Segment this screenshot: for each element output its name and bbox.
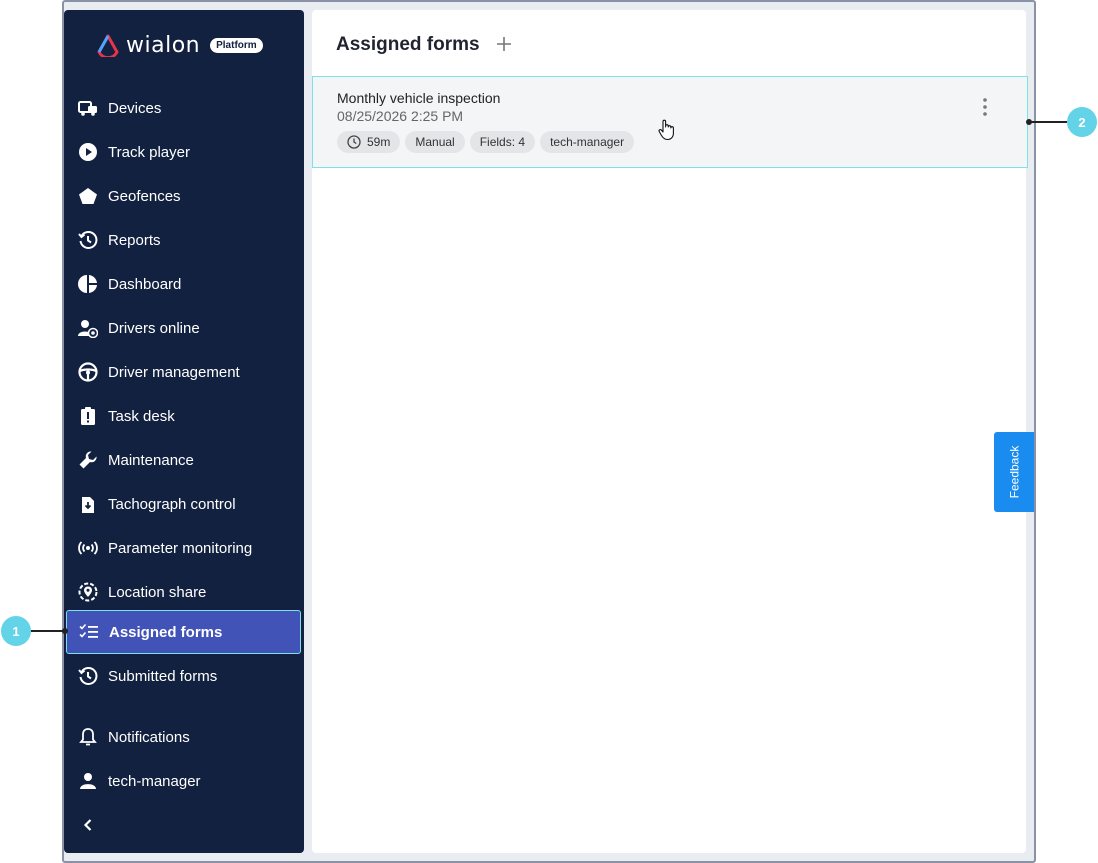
bell-icon bbox=[78, 727, 98, 747]
page-title: Assigned forms bbox=[336, 34, 480, 55]
tachograph-icon bbox=[78, 494, 98, 514]
location-share-icon bbox=[78, 582, 98, 602]
add-form-button[interactable] bbox=[492, 32, 516, 56]
sidebar-item-label: Track player bbox=[108, 143, 190, 161]
sidebar-item-label: Parameter monitoring bbox=[108, 539, 253, 557]
sidebar-item-parameter-monitoring[interactable]: Parameter monitoring bbox=[64, 526, 304, 570]
sidebar-item-label: Devices bbox=[108, 99, 162, 117]
checklist-icon bbox=[79, 622, 99, 642]
sidebar-item-label: Driver management bbox=[108, 363, 240, 381]
callout-dot bbox=[1026, 118, 1032, 125]
history-icon bbox=[78, 666, 98, 686]
sidebar-item-dashboard[interactable]: Dashboard bbox=[64, 262, 304, 306]
sidebar-item-label: Notifications bbox=[108, 728, 190, 746]
sidebar-item-label: Tachograph control bbox=[108, 495, 236, 513]
more-options-icon[interactable] bbox=[981, 95, 989, 119]
sidebar-item-reports[interactable]: Reports bbox=[64, 218, 304, 262]
form-title: Monthly vehicle inspection bbox=[337, 90, 501, 106]
collapse-sidebar-button[interactable] bbox=[64, 803, 304, 847]
sidebar-item-label: Submitted forms bbox=[108, 667, 218, 685]
broadcast-icon bbox=[78, 538, 98, 558]
main-panel: Assigned forms Monthly vehicle inspectio… bbox=[312, 10, 1028, 853]
type-chip: Manual bbox=[405, 131, 465, 153]
chevron-left-icon bbox=[78, 815, 98, 835]
user-icon bbox=[78, 771, 98, 791]
play-icon bbox=[78, 142, 98, 162]
brand-name: wialon bbox=[126, 32, 201, 58]
sidebar-item-tachograph-control[interactable]: Tachograph control bbox=[64, 482, 304, 526]
fields-chip: Fields: 4 bbox=[469, 131, 536, 153]
clipboard-alert-icon bbox=[78, 406, 98, 426]
form-tags: 59m Manual Fields: 4 tech-manager bbox=[337, 131, 635, 153]
sidebar-item-maintenance[interactable]: Maintenance bbox=[64, 438, 304, 482]
pie-chart-icon bbox=[78, 274, 98, 294]
callout-line bbox=[1029, 121, 1067, 123]
sidebar-item-task-desk[interactable]: Task desk bbox=[64, 394, 304, 438]
callout-badge: 1 bbox=[1, 616, 31, 646]
duration-chip: 59m bbox=[337, 131, 401, 153]
sidebar-item-label: Assigned forms bbox=[109, 623, 223, 641]
form-date: 08/25/2026 2:25 PM bbox=[337, 108, 464, 124]
feedback-tab[interactable]: Feedback bbox=[994, 432, 1034, 512]
sidebar-item-location-share[interactable]: Location share bbox=[64, 570, 304, 614]
sidebar-item-geofences[interactable]: Geofences bbox=[64, 174, 304, 218]
chip-label: Manual bbox=[415, 135, 455, 149]
driver-online-icon bbox=[78, 318, 98, 338]
sidebar-item-devices[interactable]: Devices bbox=[64, 86, 304, 130]
sidebar: wialon Platform Devices Track player Geo… bbox=[64, 10, 304, 853]
brand-badge: Platform bbox=[210, 37, 263, 53]
vehicle-icon bbox=[78, 98, 98, 118]
sidebar-item-track-player[interactable]: Track player bbox=[64, 130, 304, 174]
sidebar-item-submitted-forms[interactable]: Submitted forms bbox=[64, 654, 304, 698]
form-card[interactable]: Monthly vehicle inspection 08/25/2026 2:… bbox=[312, 76, 1028, 168]
sidebar-item-assigned-forms[interactable]: Assigned forms bbox=[66, 610, 301, 654]
logo-icon bbox=[97, 34, 119, 57]
sidebar-item-notifications[interactable]: Notifications bbox=[64, 715, 304, 759]
callout-dot bbox=[62, 627, 68, 634]
user-chip: tech-manager bbox=[540, 131, 635, 153]
callout-line bbox=[31, 630, 65, 632]
pentagon-icon bbox=[78, 186, 98, 206]
hand-cursor-icon bbox=[658, 119, 674, 141]
chip-label: tech-manager bbox=[550, 135, 625, 149]
chip-label: 59m bbox=[367, 135, 391, 149]
history-icon bbox=[78, 230, 98, 250]
wrench-icon bbox=[78, 450, 98, 470]
steering-wheel-icon bbox=[78, 362, 98, 382]
clock-icon bbox=[347, 135, 361, 149]
chip-label: Fields: 4 bbox=[479, 135, 526, 149]
plus-icon bbox=[497, 37, 511, 51]
sidebar-item-label: Reports bbox=[108, 231, 161, 249]
callout-badge: 2 bbox=[1067, 107, 1097, 137]
sidebar-item-user[interactable]: tech-manager bbox=[64, 759, 304, 803]
sidebar-item-driver-management[interactable]: Driver management bbox=[64, 350, 304, 394]
sidebar-item-drivers-online[interactable]: Drivers online bbox=[64, 306, 304, 350]
sidebar-item-label: Dashboard bbox=[108, 275, 182, 293]
sidebar-item-label: Location share bbox=[108, 583, 207, 601]
sidebar-item-label: Task desk bbox=[108, 407, 175, 425]
sidebar-item-label: tech-manager bbox=[108, 772, 201, 790]
sidebar-item-label: Drivers online bbox=[108, 319, 200, 337]
sidebar-item-label: Geofences bbox=[108, 187, 181, 205]
brand-logo: wialon Platform bbox=[96, 32, 263, 58]
sidebar-item-label: Maintenance bbox=[108, 451, 194, 469]
feedback-label: Feedback bbox=[1007, 445, 1022, 499]
